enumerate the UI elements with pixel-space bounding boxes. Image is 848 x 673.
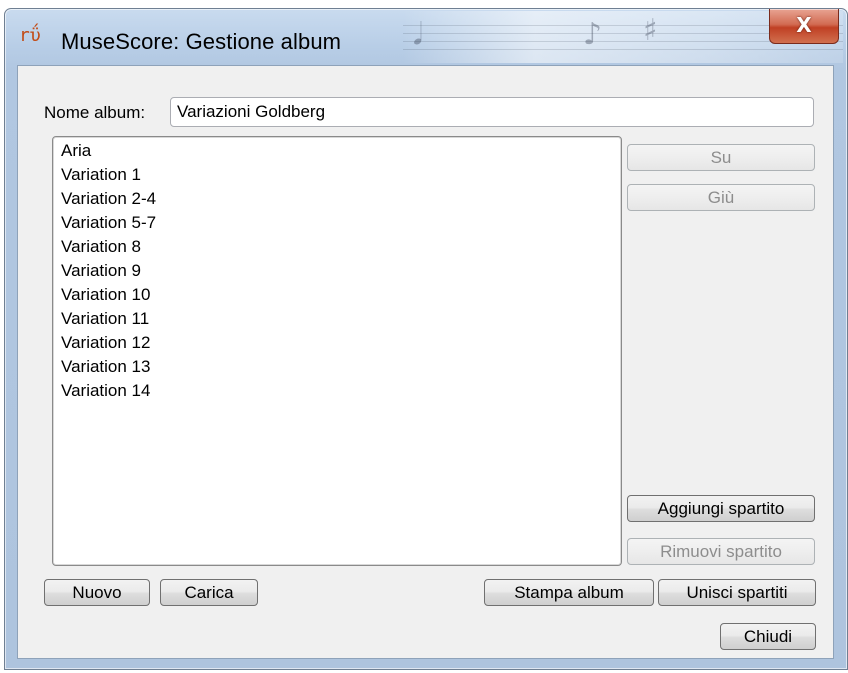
title-bar[interactable]: 𝅘𝅥 ♪ ♯ rΰ MuseScore: Gestione album X (5, 9, 847, 63)
dialog-client-area: Nome album: Variazioni Goldberg Aria Var… (17, 65, 834, 659)
list-item[interactable]: Variation 12 (61, 333, 150, 353)
score-list[interactable]: Aria Variation 1 Variation 2-4 Variation… (52, 136, 622, 566)
list-item[interactable]: Variation 5-7 (61, 213, 156, 233)
load-button[interactable]: Carica (160, 579, 258, 606)
move-up-button[interactable]: Su (627, 144, 815, 171)
join-scores-button[interactable]: Unisci spartiti (658, 579, 816, 606)
list-item[interactable]: Variation 2-4 (61, 189, 156, 209)
album-manager-window: 𝅘𝅥 ♪ ♯ rΰ MuseScore: Gestione album X No… (4, 8, 848, 670)
list-item[interactable]: Variation 1 (61, 165, 141, 185)
move-down-button[interactable]: Giù (627, 184, 815, 211)
musescore-icon[interactable]: rΰ (19, 25, 43, 47)
add-score-button[interactable]: Aggiungi spartito (627, 495, 815, 522)
remove-score-button[interactable]: Rimuovi spartito (627, 538, 815, 565)
new-button[interactable]: Nuovo (44, 579, 150, 606)
list-item[interactable]: Variation 14 (61, 381, 150, 401)
print-album-button[interactable]: Stampa album (484, 579, 654, 606)
window-title: MuseScore: Gestione album (61, 29, 342, 54)
album-name-input[interactable]: Variazioni Goldberg (170, 97, 814, 127)
close-window-button[interactable]: X (769, 9, 839, 44)
list-item[interactable]: Variation 13 (61, 357, 150, 377)
list-item[interactable]: Variation 9 (61, 261, 141, 281)
list-item[interactable]: Variation 8 (61, 237, 141, 257)
album-name-label: Nome album: (44, 103, 146, 122)
list-item[interactable]: Variation 11 (61, 309, 149, 329)
list-item[interactable]: Variation 10 (61, 285, 150, 305)
list-item[interactable]: Aria (61, 141, 91, 161)
close-button[interactable]: Chiudi (720, 623, 816, 650)
